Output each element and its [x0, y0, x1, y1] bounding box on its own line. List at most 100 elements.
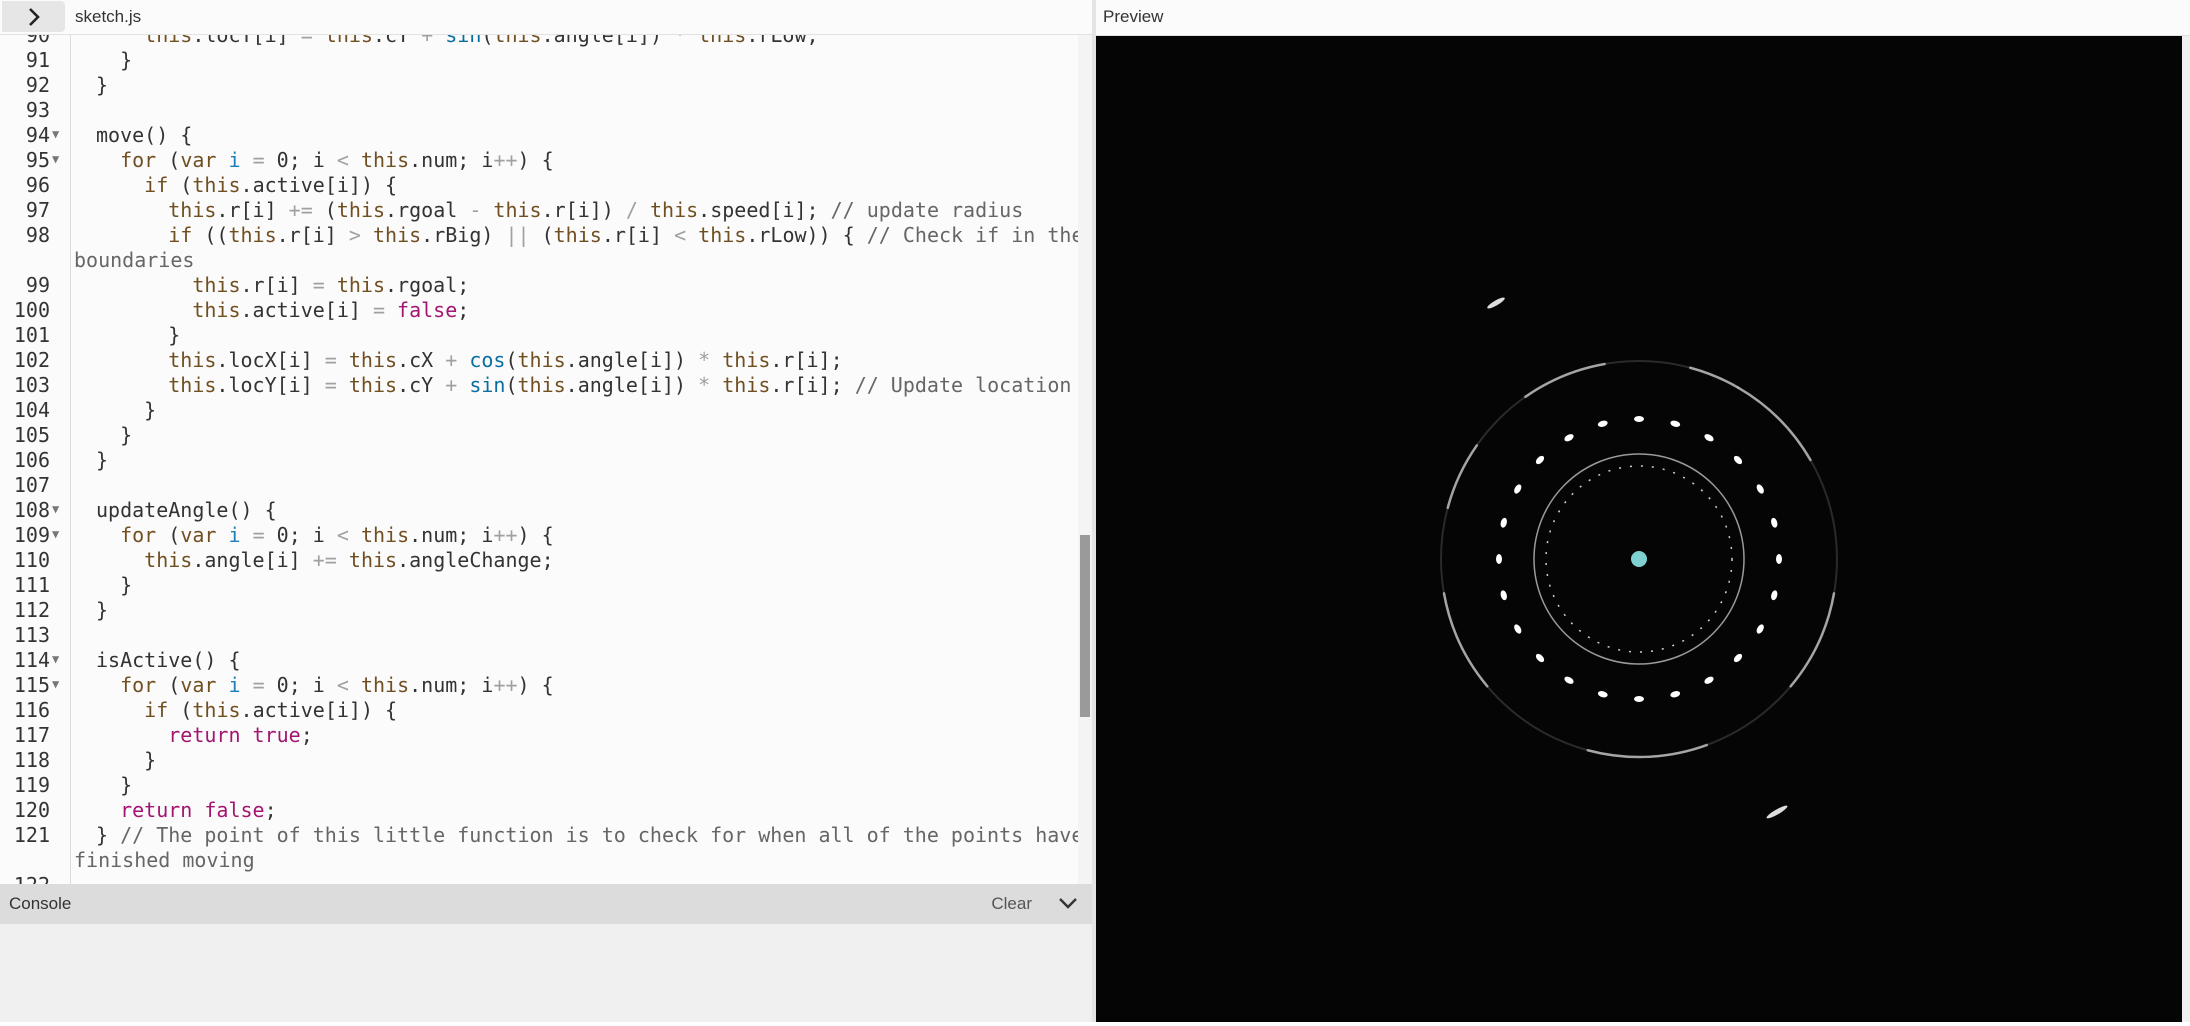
preview-title: Preview [1103, 7, 1164, 26]
line-number: 91 [25, 48, 50, 72]
code-line[interactable]: } [96, 598, 108, 622]
orbit-particle [1535, 455, 1545, 465]
particle-arc [1736, 386, 1812, 462]
code-line[interactable]: if (this.active[i]) { [96, 698, 397, 722]
line-number: 105 [13, 423, 50, 447]
line-number: 117 [13, 723, 50, 747]
code-line[interactable]: } [96, 448, 108, 472]
line-number: 97 [25, 198, 50, 222]
preview-header: Preview [1096, 0, 2190, 36]
code-line[interactable]: this.active[i] = false; [96, 298, 469, 322]
code-line[interactable]: for (var i = 0; i < this.num; i++) { [96, 673, 554, 697]
sketch-canvas[interactable] [1096, 36, 2182, 1022]
line-number: 116 [13, 698, 50, 722]
line-number: 115 [13, 673, 50, 697]
code-line[interactable]: this.r[i] += (this.rgoal - this.r[i]) / … [96, 198, 1023, 222]
preview-scrollbar[interactable] [2182, 36, 2190, 1022]
console-title: Console [9, 894, 72, 913]
line-number: 90 [25, 35, 50, 47]
line-number: 121 [13, 823, 50, 847]
code-lines[interactable]: 90 this.locY[i] = this.cY + sin(this.ang… [0, 35, 1084, 884]
console-output[interactable] [0, 924, 1092, 1022]
code-line[interactable]: for (var i = 0; i < this.num; i++) { [96, 148, 554, 172]
code-line[interactable]: move() { [96, 123, 192, 147]
particle-arc [1789, 592, 1836, 688]
code-line[interactable]: isActive() { [96, 648, 241, 672]
editor-header: sketch.js [0, 0, 1092, 35]
particle-arc [1688, 366, 1740, 389]
file-tab-label[interactable]: sketch.js [75, 0, 141, 34]
orbit-particle [1500, 590, 1507, 601]
orbit-particle [1670, 420, 1681, 427]
line-number: 118 [13, 748, 50, 772]
line-number: 113 [13, 623, 50, 647]
code-line[interactable]: } [96, 573, 132, 597]
fold-arrow-icon[interactable]: ▼ [52, 652, 59, 666]
line-number: 119 [13, 773, 50, 797]
code-line[interactable]: } [96, 423, 132, 447]
code-line[interactable]: this.locY[i] = this.cY + sin(this.angle[… [96, 373, 1071, 397]
console-clear-button[interactable]: Clear [991, 884, 1032, 924]
code-line[interactable]: this.angle[i] += this.angleChange; [96, 548, 553, 572]
chevron-down-icon[interactable] [1058, 896, 1078, 912]
fold-arrow-icon[interactable]: ▼ [52, 127, 59, 141]
code-line[interactable]: finished moving [74, 848, 255, 872]
line-number: 111 [13, 573, 50, 597]
code-line[interactable]: return false; [96, 798, 277, 822]
orbit-particle [1771, 517, 1778, 528]
orbit-particle [1733, 653, 1743, 663]
fold-arrow-icon[interactable]: ▼ [52, 152, 59, 166]
orbit-particle [1514, 484, 1522, 494]
orbit-particle [1756, 484, 1764, 494]
code-line[interactable]: this.locX[i] = this.cX + cos(this.angle[… [96, 348, 842, 372]
code-line[interactable]: } [96, 398, 156, 422]
line-number: 99 [25, 273, 50, 297]
line-number: 122 [0, 873, 50, 884]
code-line[interactable]: } [96, 323, 180, 347]
orbit-particle [1776, 554, 1782, 564]
line-number: 108 [13, 498, 50, 522]
code-line[interactable]: } // The point of this little function i… [96, 823, 1083, 847]
orbit-particle [1564, 434, 1574, 442]
code-line[interactable]: } [96, 48, 132, 72]
code-line[interactable]: boundaries [74, 248, 194, 272]
orbit-particle [1733, 455, 1743, 465]
code-line[interactable]: return true; [96, 723, 313, 747]
sidebar-toggle-button[interactable] [2, 1, 65, 32]
line-number: 101 [13, 323, 50, 347]
editor-scrollbar-thumb[interactable] [1080, 535, 1090, 717]
code-line[interactable]: } [96, 748, 156, 772]
preview-panel: Preview [1096, 0, 2190, 1022]
line-number: 112 [13, 598, 50, 622]
line-number: 110 [13, 548, 50, 572]
center-dot [1631, 551, 1647, 567]
line-number: 104 [13, 398, 50, 422]
editor-scrollbar[interactable] [1078, 35, 1092, 884]
orbit-particle [1756, 624, 1764, 634]
particle-arc [1586, 743, 1708, 759]
code-line[interactable]: if ((this.r[i] > this.rBig) || (this.r[i… [96, 223, 1083, 247]
line-number: 109 [13, 523, 50, 547]
fold-arrow-icon[interactable]: ▼ [52, 527, 59, 541]
line-number: 98 [25, 223, 50, 247]
editor-panel: sketch.js 90 this.locY[i] = this.cY + si… [0, 0, 1092, 1022]
code-line[interactable]: this.locY[i] = this.cY + sin(this.angle[… [96, 35, 818, 47]
orbit-particle [1704, 434, 1714, 442]
fold-arrow-icon[interactable]: ▼ [52, 677, 59, 691]
line-number: 114 [13, 648, 50, 672]
code-line[interactable]: } [96, 73, 108, 97]
code-line[interactable]: this.r[i] = this.rgoal; [96, 273, 469, 297]
code-line[interactable]: } [96, 773, 132, 797]
line-number: 93 [25, 98, 50, 122]
particle-arc [1446, 444, 1479, 510]
line-number: 96 [25, 173, 50, 197]
fold-arrow-icon[interactable]: ▼ [52, 502, 59, 516]
code-line[interactable]: updateAngle() { [96, 498, 277, 522]
code-editor[interactable]: 90 this.locY[i] = this.cY + sin(this.ang… [0, 35, 1092, 884]
code-line[interactable]: if (this.active[i]) { [96, 173, 397, 197]
code-line[interactable]: for (var i = 0; i < this.num; i++) { [96, 523, 554, 547]
orbit-particle [1564, 676, 1574, 684]
orbit-particle [1670, 691, 1681, 698]
orbit-particle [1597, 691, 1608, 698]
stray-particle [1487, 297, 1505, 309]
